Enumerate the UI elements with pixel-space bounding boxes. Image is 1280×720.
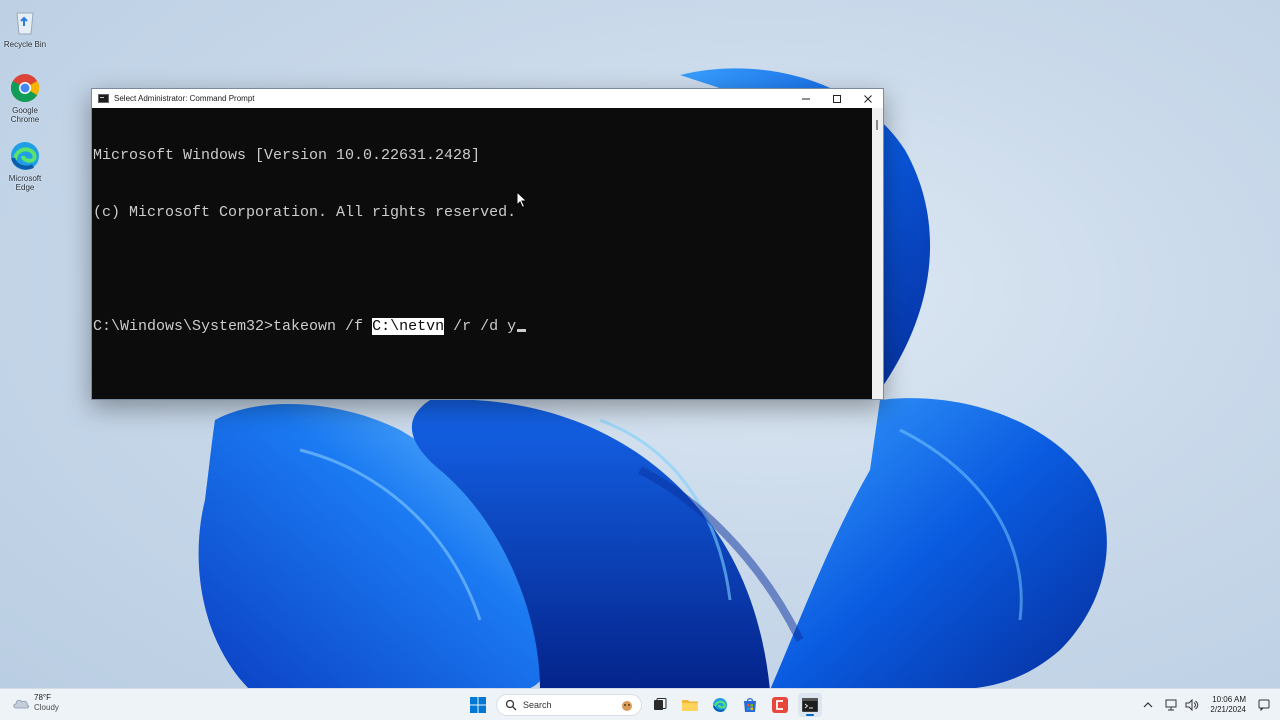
- taskbar-clock[interactable]: 10:06 AM 2/21/2024: [1210, 695, 1246, 715]
- weather-widget[interactable]: 78°F Cloudy: [12, 693, 59, 713]
- command-prompt-window[interactable]: Select Administrator: Command Prompt Mic…: [91, 88, 884, 400]
- capcut-icon: [772, 697, 788, 713]
- vertical-scrollbar[interactable]: [872, 108, 883, 399]
- start-button[interactable]: [466, 693, 490, 717]
- taskbar-apps: Search: [466, 692, 822, 718]
- terminal-icon: [802, 698, 818, 712]
- store-icon: [744, 698, 756, 712]
- minimize-button[interactable]: [790, 89, 821, 108]
- clock-time: 10:06 AM: [1212, 695, 1246, 704]
- scrollbar-thumb[interactable]: [876, 120, 878, 130]
- desktop-icon-label: Recycle Bin: [3, 40, 47, 49]
- clock-date: 2/21/2024: [1210, 705, 1246, 714]
- network-button[interactable]: [1164, 697, 1180, 713]
- volume-button[interactable]: [1184, 697, 1200, 713]
- taskbar-search-box[interactable]: Search: [496, 694, 642, 716]
- active-app-indicator: [806, 714, 814, 716]
- microsoft-store-button[interactable]: [738, 693, 762, 717]
- task-view-button[interactable]: [648, 693, 672, 717]
- window-title: Select Administrator: Command Prompt: [114, 94, 255, 103]
- search-highlight-icon: [622, 701, 632, 711]
- console-line: (c) Microsoft Corporation. All rights re…: [93, 204, 517, 221]
- close-button[interactable]: [852, 89, 883, 108]
- command-prompt-taskbar-button[interactable]: [798, 693, 822, 717]
- network-icon: [1165, 699, 1177, 711]
- text-cursor: [517, 329, 527, 332]
- windows-logo-icon: [470, 697, 486, 713]
- cloud-icon: [13, 699, 29, 709]
- edge-icon: [9, 140, 41, 172]
- search-icon: [505, 699, 517, 711]
- window-controls: [790, 89, 883, 108]
- window-titlebar[interactable]: Select Administrator: Command Prompt: [92, 89, 883, 108]
- desktop-icon-label: Microsoft Edge: [8, 174, 42, 192]
- command-text-after: /r /d y: [444, 318, 517, 335]
- console-prompt: C:\Windows\System32>: [93, 318, 274, 335]
- edge-icon: [713, 698, 727, 712]
- folder-icon: [682, 700, 698, 711]
- desktop-icon-label: Google Chrome: [10, 106, 40, 124]
- speaker-icon: [1185, 699, 1199, 711]
- notification-icon: [1258, 699, 1270, 711]
- console-command-line: C:\Windows\System32>takeown /f C:\netvn …: [93, 317, 872, 336]
- maximize-button[interactable]: [821, 89, 852, 108]
- desktop-icon-recycle-bin[interactable]: Recycle Bin: [2, 6, 48, 49]
- notifications-button[interactable]: [1256, 697, 1272, 713]
- chrome-icon: [9, 72, 41, 104]
- minimize-icon: [801, 98, 810, 99]
- console-line: Microsoft Windows [Version 10.0.22631.24…: [93, 147, 481, 164]
- taskbar: 78°F Cloudy Search 10:06 AM 2/21/2024: [0, 688, 1280, 720]
- file-explorer-button[interactable]: [678, 693, 702, 717]
- desktop-icon-google-chrome[interactable]: Google Chrome: [2, 72, 48, 124]
- capcut-button[interactable]: [768, 693, 792, 717]
- weather-temperature: 78°F: [34, 693, 51, 702]
- command-prompt-icon: [98, 94, 109, 103]
- system-tray: 10:06 AM 2/21/2024: [1138, 689, 1280, 720]
- edge-taskbar-button[interactable]: [708, 693, 732, 717]
- mouse-pointer-icon: [516, 191, 528, 209]
- task-view-icon: [654, 698, 667, 710]
- desktop-icon-microsoft-edge[interactable]: Microsoft Edge: [2, 140, 48, 192]
- selected-text: C:\netvn: [372, 318, 445, 335]
- console-output[interactable]: Microsoft Windows [Version 10.0.22631.24…: [92, 108, 872, 399]
- close-icon: [863, 94, 872, 103]
- maximize-icon: [832, 94, 841, 103]
- show-hidden-icons-button[interactable]: [1140, 697, 1156, 713]
- weather-condition: Cloudy: [34, 703, 59, 712]
- search-placeholder: Search: [523, 700, 552, 710]
- command-text: takeown /f: [273, 318, 373, 335]
- chevron-up-icon: [1143, 702, 1153, 708]
- recycle-bin-icon: [9, 6, 41, 38]
